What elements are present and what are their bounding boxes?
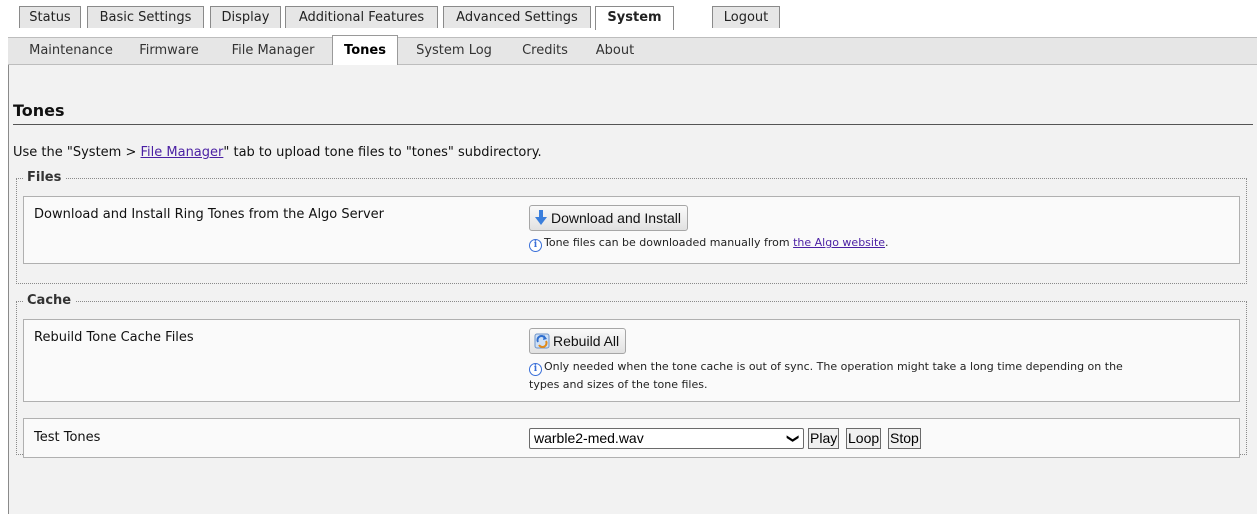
intro-text: Use the "System > File Manager" tab to u…: [13, 145, 542, 160]
subtab-file-manager[interactable]: File Manager: [223, 38, 323, 65]
tab-logout[interactable]: Logout: [712, 6, 780, 28]
chevron-down-icon: ❯: [786, 433, 801, 444]
subtab-system-log[interactable]: System Log: [409, 38, 499, 65]
download-install-label: Download and Install: [551, 210, 681, 226]
test-tones-label: Test Tones: [34, 430, 101, 445]
rebuild-note-line1: Only needed when the tone cache is out o…: [544, 360, 1123, 373]
download-note-suffix: .: [885, 236, 889, 249]
rebuild-label: Rebuild Tone Cache Files: [34, 330, 194, 345]
sub-tab-bar: Maintenance Firmware File Manager Tones …: [8, 35, 1257, 65]
tab-system[interactable]: System: [595, 6, 674, 30]
tone-select-value: warble2-med.wav: [534, 430, 644, 446]
download-row: Download and Install Ring Tones from the…: [23, 196, 1240, 264]
stop-button[interactable]: Stop: [888, 428, 921, 449]
content-panel: Tones Use the "System > File Manager" ta…: [8, 65, 1257, 514]
page-title: Tones: [13, 101, 1253, 125]
rebuild-all-button[interactable]: Rebuild All: [529, 328, 627, 354]
refresh-icon: [534, 333, 550, 349]
tab-status[interactable]: Status: [19, 6, 81, 28]
rebuild-note-line2: types and sizes of the tone files.: [529, 378, 708, 391]
download-label: Download and Install Ring Tones from the…: [34, 207, 385, 222]
subtab-credits[interactable]: Credits: [514, 38, 576, 65]
top-tab-bar: Status Basic Settings Display Additional…: [0, 0, 1257, 30]
file-manager-link[interactable]: File Manager: [141, 145, 224, 160]
test-tones-row: Test Tones warble2-med.wav ❯ Play Loop S…: [23, 418, 1240, 458]
download-note: i Tone files can be downloaded manually f…: [529, 234, 889, 252]
subtab-maintenance[interactable]: Maintenance: [22, 38, 120, 65]
download-install-button[interactable]: Download and Install: [529, 205, 688, 231]
download-note-text: Tone files can be downloaded manually fr…: [544, 236, 794, 249]
rebuild-note: i Only needed when the tone cache is out …: [529, 358, 1123, 394]
tab-additional-features[interactable]: Additional Features: [285, 6, 438, 28]
tone-select[interactable]: warble2-med.wav ❯: [529, 428, 804, 449]
subtab-tones[interactable]: Tones: [332, 35, 398, 65]
subtab-about[interactable]: About: [590, 38, 640, 65]
loop-button[interactable]: Loop: [846, 428, 882, 449]
rebuild-all-label: Rebuild All: [553, 333, 620, 349]
subtab-firmware[interactable]: Firmware: [132, 38, 206, 65]
play-button[interactable]: Play: [808, 428, 840, 449]
intro-prefix: Use the "System >: [13, 145, 141, 160]
arrow-down-icon: [535, 210, 547, 226]
rebuild-row: Rebuild Tone Cache Files Rebuild All i On…: [23, 319, 1240, 402]
files-legend: Files: [23, 170, 66, 185]
info-icon: i: [529, 239, 542, 252]
cache-group: Cache Rebuild Tone Cache Files Rebuild A…: [16, 293, 1247, 458]
tab-display[interactable]: Display: [210, 6, 281, 28]
tab-advanced-settings[interactable]: Advanced Settings: [443, 6, 591, 28]
cache-legend: Cache: [23, 293, 76, 308]
tab-basic-settings[interactable]: Basic Settings: [87, 6, 204, 28]
algo-website-link[interactable]: the Algo website: [793, 236, 885, 249]
info-icon: i: [529, 363, 542, 376]
files-group: Files Download and Install Ring Tones fr…: [16, 170, 1247, 284]
intro-suffix: " tab to upload tone files to "tones" su…: [223, 145, 542, 160]
